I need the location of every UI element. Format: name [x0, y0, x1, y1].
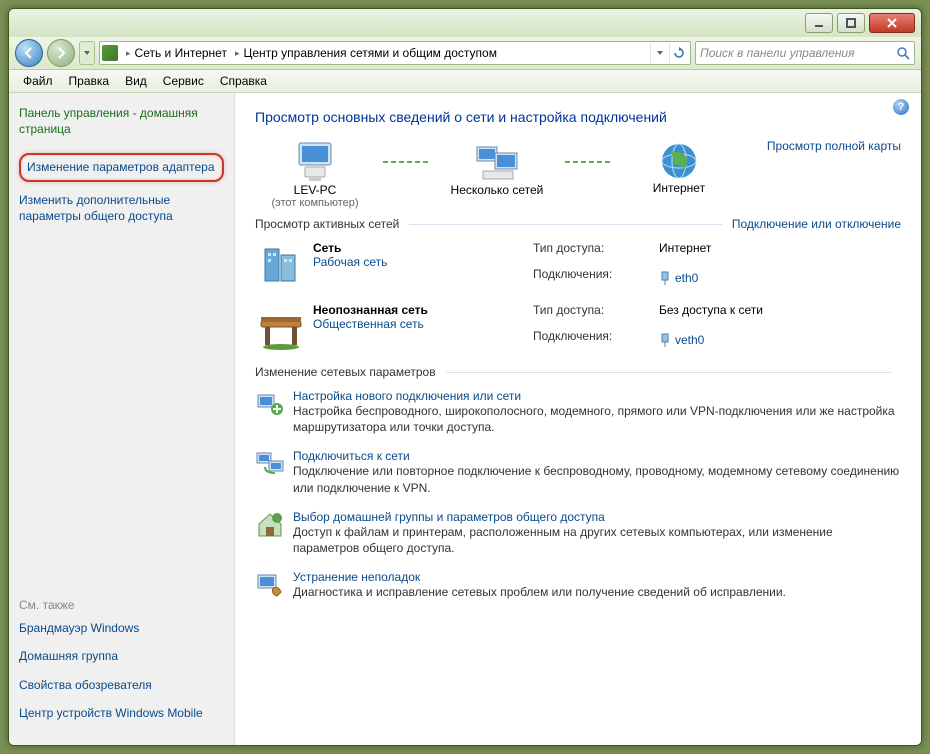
setting-title-link[interactable]: Подключиться к сети: [293, 449, 410, 463]
view-full-map-link[interactable]: Просмотр полной карты: [767, 139, 901, 153]
netmap-this-pc[interactable]: LEV-PC (этот компьютер): [255, 139, 375, 209]
netmap-node1-label: LEV-PC: [294, 183, 337, 197]
back-button[interactable]: [15, 39, 43, 67]
address-bar[interactable]: ▸Сеть и Интернет ▸Центр управления сетям…: [99, 41, 691, 65]
new-connection-icon: [255, 389, 285, 419]
netmap-node2-label: Несколько сетей: [451, 183, 544, 197]
public-network-icon: [255, 303, 307, 351]
sidebar: Панель управления - домашняя страница Из…: [9, 93, 235, 745]
setting-description: Доступ к файлам и принтерам, расположенн…: [293, 524, 901, 556]
active-networks-title: Просмотр активных сетей: [255, 217, 399, 231]
network-name: Сеть: [313, 241, 483, 255]
sidebar-internet-options[interactable]: Свойства обозревателя: [19, 677, 224, 693]
active-networks-header: Просмотр активных сетей Подключение или …: [255, 217, 901, 231]
access-type-value: Без доступа к сети: [659, 303, 763, 325]
setting-title-link[interactable]: Выбор домашней группы и параметров общег…: [293, 510, 605, 524]
setting-item: Устранение неполадок Диагностика и испра…: [255, 570, 901, 600]
menu-view[interactable]: Вид: [117, 72, 155, 90]
globe-icon: [659, 141, 699, 181]
breadcrumb-seg-1[interactable]: Сеть и Интернет: [135, 46, 227, 60]
menu-file[interactable]: Файл: [15, 72, 61, 90]
breadcrumb-seg-2[interactable]: Центр управления сетями и общим доступом: [243, 46, 497, 60]
address-dropdown[interactable]: [650, 43, 669, 63]
sidebar-sharing-settings[interactable]: Изменить дополнительные параметры общего…: [19, 192, 224, 224]
close-button[interactable]: [869, 13, 915, 33]
network-entry: Сеть Рабочая сеть Тип доступа: Интернет …: [255, 241, 901, 289]
titlebar: [9, 9, 921, 37]
sidebar-adapter-settings[interactable]: Изменение параметров адаптера: [27, 159, 216, 175]
homegroup-icon: [255, 510, 285, 540]
setting-item: Настройка нового подключения или сети На…: [255, 389, 901, 435]
network-map: LEV-PC (этот компьютер) Несколько сетей …: [255, 139, 901, 209]
sidebar-firewall[interactable]: Брандмауэр Windows: [19, 620, 224, 636]
sidebar-homegroup[interactable]: Домашняя группа: [19, 648, 224, 664]
change-settings-title: Изменение сетевых параметров: [255, 365, 436, 379]
page-title: Просмотр основных сведений о сети и наст…: [255, 109, 901, 125]
sidebar-windows-mobile[interactable]: Центр устройств Windows Mobile: [19, 705, 224, 721]
netmap-line: [565, 161, 611, 163]
network-entry: Неопознанная сеть Общественная сеть Тип …: [255, 303, 901, 351]
adapter-icon: [659, 333, 671, 347]
netmap-multiple-networks[interactable]: Несколько сетей: [437, 139, 557, 209]
access-type-label: Тип доступа:: [533, 241, 643, 263]
maximize-button[interactable]: [837, 13, 865, 33]
network-name: Неопознанная сеть: [313, 303, 483, 317]
refresh-button[interactable]: [669, 43, 688, 63]
address-bar-row: ▸Сеть и Интернет ▸Центр управления сетям…: [9, 37, 921, 70]
menu-help[interactable]: Справка: [212, 72, 275, 90]
setting-description: Диагностика и исправление сетевых пробле…: [293, 584, 786, 600]
setting-item: Подключиться к сети Подключение или повт…: [255, 449, 901, 495]
connection-link[interactable]: eth0: [675, 271, 698, 285]
computer-icon: [291, 139, 339, 183]
access-type-value: Интернет: [659, 241, 711, 263]
minimize-button[interactable]: [805, 13, 833, 33]
work-network-icon: [255, 241, 307, 289]
menu-bar: Файл Правка Вид Сервис Справка: [9, 70, 921, 93]
netmap-internet[interactable]: Интернет: [619, 141, 739, 207]
change-settings-header: Изменение сетевых параметров: [255, 365, 901, 379]
menu-edit[interactable]: Правка: [61, 72, 118, 90]
network-type-link[interactable]: Рабочая сеть: [313, 255, 387, 269]
setting-description: Настройка беспроводного, широкополосного…: [293, 403, 901, 435]
sidebar-cp-home[interactable]: Панель управления - домашняя страница: [19, 105, 224, 137]
connections-label: Подключения:: [533, 329, 643, 351]
content: ? Просмотр основных сведений о сети и на…: [235, 93, 921, 745]
network-type-link[interactable]: Общественная сеть: [313, 317, 424, 331]
setting-title-link[interactable]: Устранение неполадок: [293, 570, 420, 584]
sidebar-see-also-header: См. также: [19, 598, 224, 612]
netmap-node3-label: Интернет: [653, 181, 705, 195]
access-type-label: Тип доступа:: [533, 303, 643, 325]
search-input[interactable]: Поиск в панели управления: [695, 41, 915, 65]
search-icon: [896, 46, 910, 60]
adapter-icon: [659, 271, 671, 285]
netmap-node1-sub: (этот компьютер): [271, 197, 358, 209]
connections-label: Подключения:: [533, 267, 643, 289]
history-dropdown[interactable]: [79, 41, 95, 65]
setting-item: Выбор домашней группы и параметров общег…: [255, 510, 901, 556]
netmap-line: [383, 161, 429, 163]
search-placeholder: Поиск в панели управления: [700, 46, 855, 60]
body: Панель управления - домашняя страница Из…: [9, 93, 921, 745]
setting-title-link[interactable]: Настройка нового подключения или сети: [293, 389, 521, 403]
connect-network-icon: [255, 449, 285, 479]
network-icon: [473, 139, 521, 183]
control-panel-icon: [102, 45, 118, 61]
sidebar-adapter-highlight: Изменение параметров адаптера: [19, 153, 224, 181]
connection-link[interactable]: veth0: [675, 333, 704, 347]
connect-disconnect-link[interactable]: Подключение или отключение: [732, 217, 901, 231]
window: ▸Сеть и Интернет ▸Центр управления сетям…: [8, 8, 922, 746]
menu-service[interactable]: Сервис: [155, 72, 212, 90]
forward-button[interactable]: [47, 39, 75, 67]
setting-description: Подключение или повторное подключение к …: [293, 463, 901, 495]
help-icon[interactable]: ?: [893, 99, 909, 115]
settings-list: Настройка нового подключения или сети На…: [255, 389, 901, 600]
troubleshoot-icon: [255, 570, 285, 600]
